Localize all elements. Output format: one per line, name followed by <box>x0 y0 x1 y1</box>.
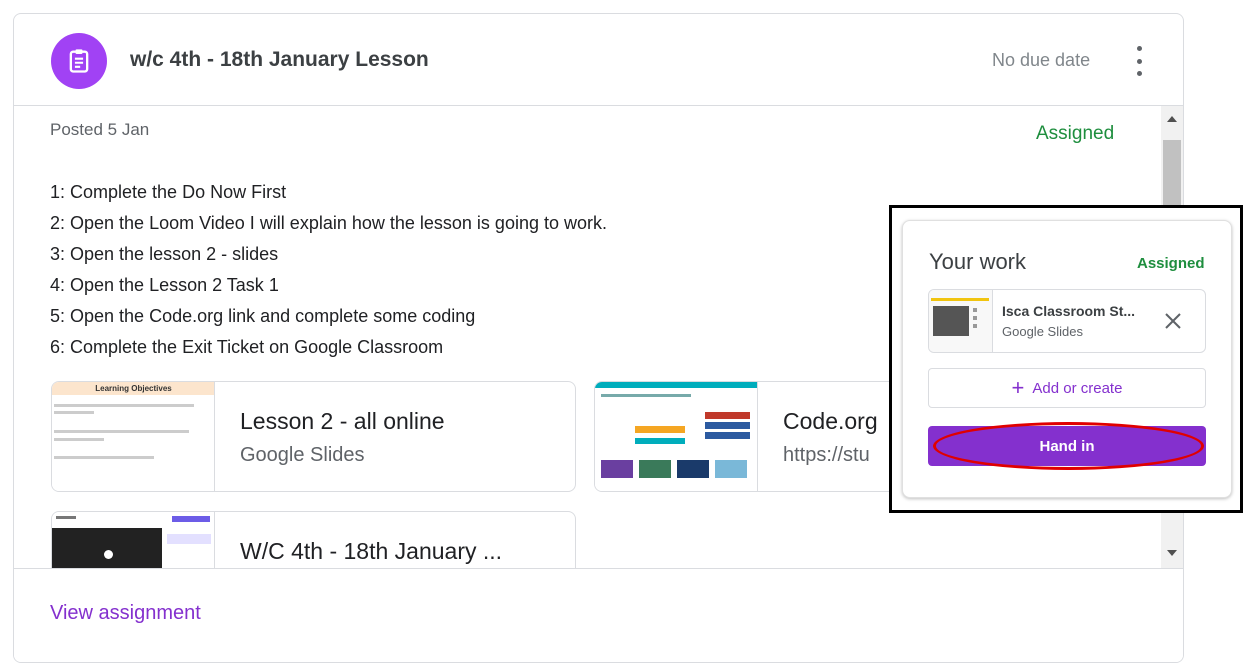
instruction-line: 6: Complete the Exit Ticket on Google Cl… <box>50 337 444 357</box>
assignment-status: Assigned <box>1036 123 1115 144</box>
instruction-line: 3: Open the lesson 2 - slides <box>50 244 279 264</box>
code-org-thumbnail <box>595 382 758 491</box>
assignment-header: w/c 4th - 18th January Lesson No due dat… <box>14 14 1183 106</box>
add-or-create-button[interactable]: + Add or create <box>928 368 1206 408</box>
slides-thumbnail: Learning Objectives <box>52 382 215 491</box>
instruction-line: 5: Open the Code.org link and complete s… <box>50 306 476 326</box>
your-work-panel: Your work Assigned Isca Classroom St... … <box>902 220 1232 498</box>
assignment-footer: View assignment <box>14 568 1183 662</box>
instructions: 1: Complete the Do Now First 2: Open the… <box>50 177 607 363</box>
file-name: Isca Classroom St... <box>1002 303 1136 319</box>
instruction-line: 2: Open the Loom Video I will explain ho… <box>50 213 607 233</box>
your-work-callout: Your work Assigned Isca Classroom St... … <box>889 205 1243 513</box>
attachment-lesson-slides[interactable]: Learning Objectives Lesson 2 - all onlin… <box>51 381 576 492</box>
attached-file[interactable]: Isca Classroom St... Google Slides <box>928 289 1206 353</box>
attachment-subtitle: Google Slides <box>240 444 365 466</box>
due-date: No due date <box>992 50 1091 70</box>
hand-in-button[interactable]: Hand in <box>928 426 1206 466</box>
assignment-title: w/c 4th - 18th January Lesson <box>130 48 429 71</box>
file-thumbnail <box>929 290 993 352</box>
your-work-status: Assigned <box>1137 255 1205 272</box>
thumbnail-heading: Learning Objectives <box>52 382 214 395</box>
scroll-down-arrow-icon[interactable] <box>1167 550 1177 556</box>
instruction-line: 4: Open the Lesson 2 Task 1 <box>50 275 279 295</box>
plus-icon: + <box>1011 375 1025 400</box>
view-assignment-link[interactable]: View assignment <box>50 602 201 625</box>
attachment-title: Lesson 2 - all online <box>240 408 445 434</box>
attachment-subtitle: https://stu <box>783 444 870 466</box>
remove-file-close-icon[interactable] <box>1161 309 1185 333</box>
posted-date: Posted 5 Jan <box>50 120 150 139</box>
assignment-icon <box>51 33 107 89</box>
video-thumbnail <box>52 512 215 568</box>
attachment-title: Code.org <box>783 408 878 434</box>
file-type: Google Slides <box>1002 324 1083 339</box>
attachment-title: W/C 4th - 18th January ... <box>240 538 503 564</box>
more-options-icon[interactable] <box>1129 46 1149 76</box>
add-or-create-label: Add or create <box>1032 379 1123 397</box>
your-work-title: Your work <box>929 249 1027 274</box>
scroll-up-arrow-icon[interactable] <box>1167 116 1177 122</box>
instruction-line: 1: Complete the Do Now First <box>50 182 287 202</box>
attachment-loom-video[interactable]: W/C 4th - 18th January ... <box>51 511 576 568</box>
